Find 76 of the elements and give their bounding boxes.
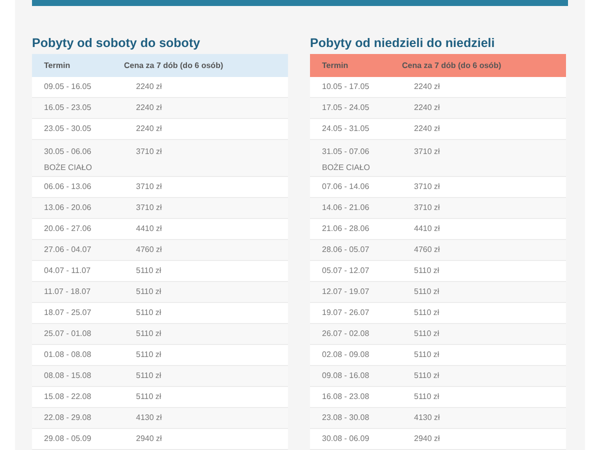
table-cell: 3710 zł [414, 202, 440, 214]
table-cell-text: 30.08 - 06.09 [322, 433, 370, 445]
column-header: Cena za 7 dób (do 6 osób) [124, 60, 224, 72]
table-cell-text: 10.05 - 17.05 [322, 81, 370, 93]
table-cell-text: 27.06 - 04.07 [44, 244, 92, 256]
table-cell-text: 20.06 - 27.06 [44, 223, 92, 235]
table-cell: 5110 zł [414, 370, 440, 382]
table-cell: 3710 zł [136, 181, 162, 193]
table-cell: 5110 zł [136, 286, 162, 298]
table-cell: 2240 zł [136, 123, 162, 135]
table-cell-text: 28.06 - 05.07 [322, 244, 370, 256]
table-cell: 5110 zł [136, 265, 162, 277]
table-cell-text: 21.06 - 28.06 [322, 223, 370, 235]
table-cell: 2940 zł [136, 433, 162, 445]
table-cell-text: 16.08 - 23.08 [322, 391, 370, 403]
table-cell-text: 24.05 - 31.05 [322, 123, 370, 135]
table-cell-text: 06.06 - 13.06 [44, 181, 92, 193]
table-cell: 3710 zł [136, 202, 162, 214]
table-cell: 2240 zł [414, 102, 440, 114]
table-cell: 2940 zł [414, 433, 440, 445]
table-cell-text: 23.05 - 30.05 [44, 123, 92, 135]
table-cell-text: BOŻE CIAŁO [44, 162, 94, 174]
column-header: Termin [321, 60, 350, 72]
table-cell: 5110 zł [136, 307, 162, 319]
table-cell-text: 14.06 - 21.06 [322, 202, 370, 214]
table-cell-text: 09.08 - 16.08 [322, 370, 370, 382]
table-cell: 3710 zł [414, 181, 440, 193]
table-cell: 4130 zł [136, 412, 162, 424]
table-cell-text: 26.07 - 02.08 [322, 328, 370, 340]
column-header: Cena za 7 dób (do 6 osób) [402, 60, 502, 72]
table-cell-text: 19.07 - 26.07 [322, 307, 370, 319]
table-cell: 5110 zł [136, 391, 162, 403]
table-cell-text: 09.05 - 16.05 [44, 81, 92, 93]
table-cell-text: 25.07 - 01.08 [44, 328, 92, 340]
table-cell: 5110 zł [414, 265, 440, 277]
table-cell-text: 3710 zł [136, 146, 162, 158]
table-cell-text: 3710 zł [414, 146, 440, 158]
table-cell-text: 18.07 - 25.07 [44, 307, 92, 319]
table-cell-text: 02.08 - 09.08 [322, 349, 370, 361]
table-cell: 5110 zł [414, 286, 440, 298]
table-cell: 5110 zł [136, 349, 162, 361]
table-cell-text: 05.07 - 12.07 [322, 265, 370, 277]
table-cell: 4410 zł [136, 223, 162, 235]
table-cell: 5110 zł [136, 370, 162, 382]
table-cell-text: 07.06 - 14.06 [322, 181, 370, 193]
table-cell-text: 17.05 - 24.05 [322, 102, 370, 114]
table-cell-text: 15.08 - 22.08 [44, 391, 92, 403]
table-cell: 5110 zł [414, 349, 440, 361]
table-cell-text: 08.08 - 15.08 [44, 370, 92, 382]
table-cell: 2240 zł [136, 102, 162, 114]
table-cell-text: 30.05 - 06.06 [44, 146, 92, 158]
table-cell-text: 01.08 - 08.08 [44, 349, 92, 361]
table-cell: 5110 zł [414, 391, 440, 403]
table-cell: 5110 zł [136, 328, 162, 340]
table-cell-text: 11.07 - 18.07 [44, 286, 92, 298]
table-cell-text: 31.05 - 07.06 [322, 146, 370, 158]
table-cell: 2240 zł [414, 123, 440, 135]
table-cell-text: 23.08 - 30.08 [322, 412, 370, 424]
table-title: Pobyty od soboty do soboty [32, 35, 202, 52]
table-cell: 2240 zł [414, 81, 440, 93]
table-cell-text: 13.06 - 20.06 [44, 202, 92, 214]
column-header: Termin [43, 60, 72, 72]
table-cell-text: BOŻE CIAŁO [322, 162, 372, 174]
table-cell: 4130 zł [414, 412, 440, 424]
table-cell: 4760 zł [136, 244, 162, 256]
table-cell: 5110 zł [414, 307, 440, 319]
table-cell-text: 16.05 - 23.05 [44, 102, 92, 114]
table-cell-text: 04.07 - 11.07 [44, 265, 92, 277]
table-title: Pobyty od niedzieli do niedzieli [310, 35, 496, 52]
table-cell: 4760 zł [414, 244, 440, 256]
table-cell: 2240 zł [136, 81, 162, 93]
table-cell-text: 12.07 - 19.07 [322, 286, 370, 298]
table-cell-text: 29.08 - 05.09 [44, 433, 92, 445]
table-cell: 4410 zł [414, 223, 440, 235]
table-cell-text: 22.08 - 29.08 [44, 412, 92, 424]
table-cell: 5110 zł [414, 328, 440, 340]
